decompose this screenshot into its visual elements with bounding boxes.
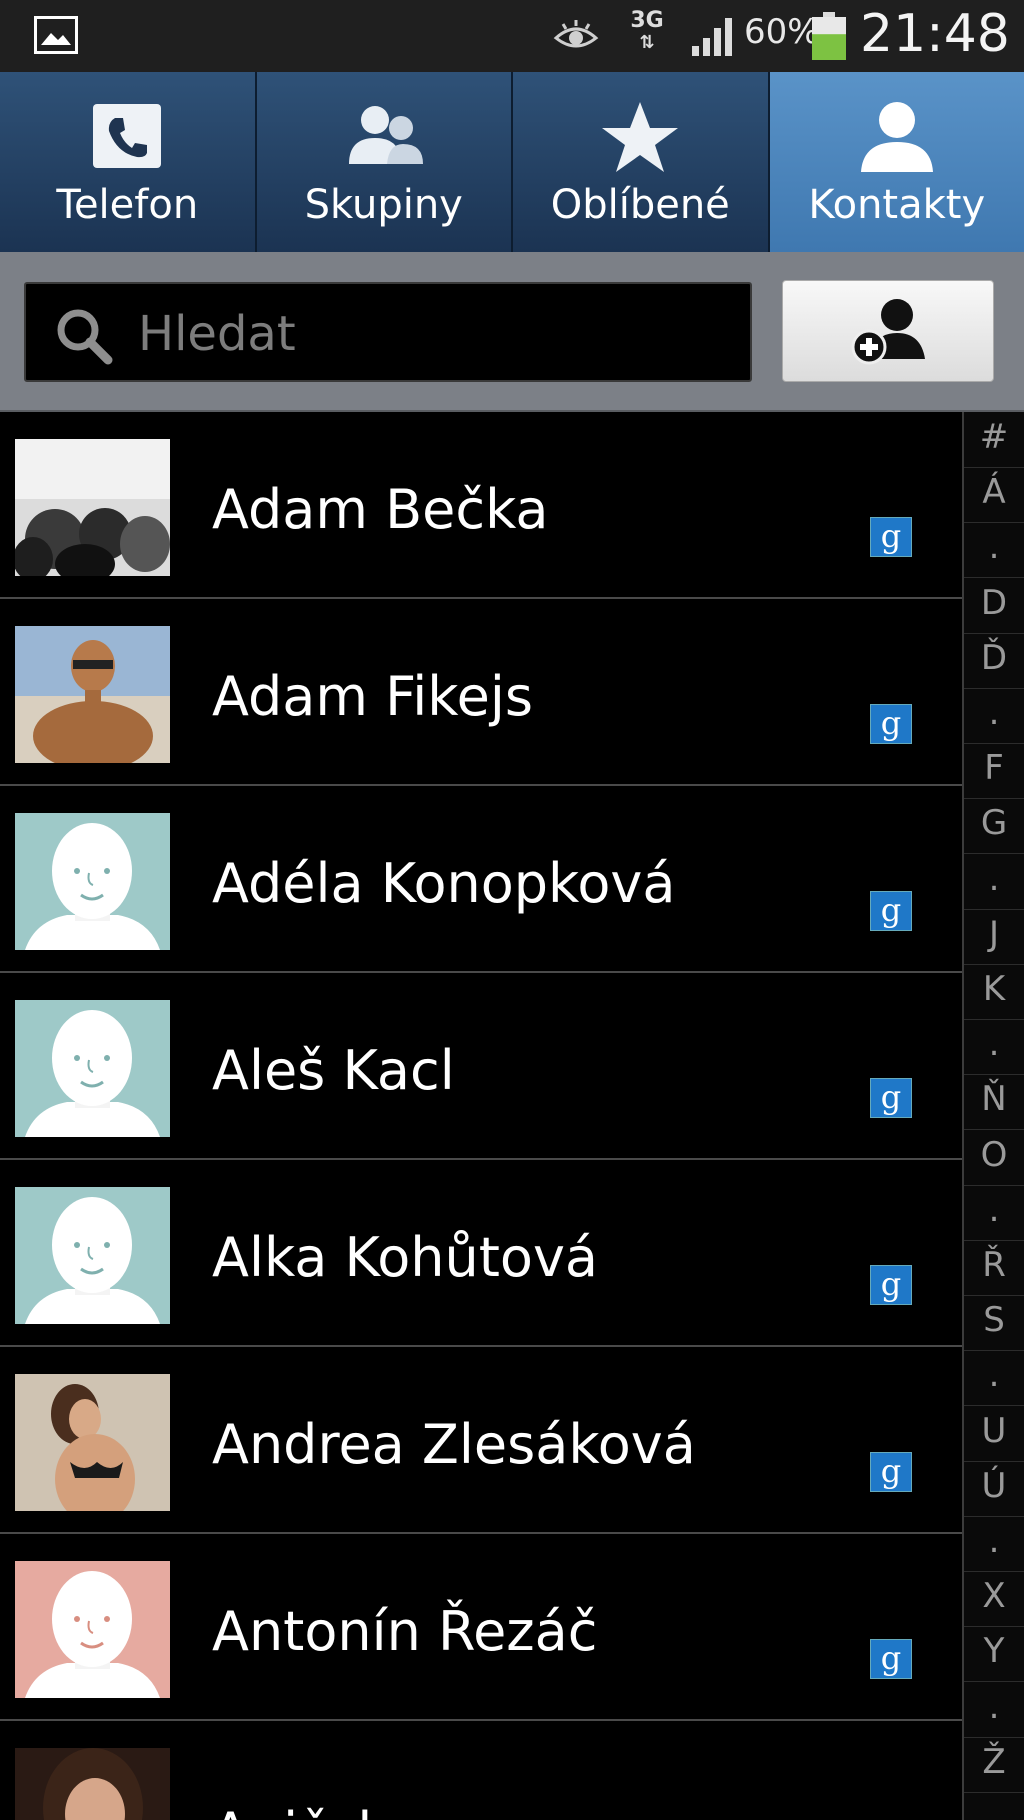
contact-photo[interactable] xyxy=(15,1748,170,1820)
tab-label: Oblíbené xyxy=(550,182,730,228)
index-letter[interactable]: Y xyxy=(964,1626,1024,1683)
add-contact-icon xyxy=(851,299,925,365)
index-letter[interactable]: Ú xyxy=(964,1461,1024,1517)
smart-stay-eye-icon xyxy=(553,20,599,48)
battery-icon xyxy=(812,12,846,60)
network-type-label: 3G xyxy=(630,8,664,33)
index-letter[interactable]: Á xyxy=(964,467,1024,524)
signal-strength-icon xyxy=(692,18,732,56)
search-box[interactable] xyxy=(24,282,752,382)
contact-list[interactable]: Adam Bečka g Adam Fikejs g Adéla Konopková… xyxy=(0,412,962,1820)
clock: 21:48 xyxy=(860,4,1010,64)
alphabet-index-bar[interactable]: # Á. D Ď. F G. J K. Ň O. Ř S. U Ú. X Y. Ž xyxy=(962,412,1024,1820)
tab-oblibene[interactable]: Oblíbené xyxy=(513,72,770,252)
index-letter[interactable]: Ž xyxy=(964,1737,1024,1793)
battery-percent: 60% xyxy=(744,12,820,52)
contact-name: Alka Kohůtová xyxy=(212,1226,598,1289)
data-activity-icon: ⇅ xyxy=(639,32,655,53)
index-letter[interactable]: S xyxy=(964,1295,1024,1352)
index-letter[interactable]: F xyxy=(964,743,1024,800)
contact-icon xyxy=(860,102,933,172)
tab-bar: Telefon Skupiny Oblíbené Kontakty xyxy=(0,72,1024,252)
index-letter[interactable]: . xyxy=(964,1516,1024,1572)
contact-name: Aničcka... xyxy=(212,1801,472,1820)
contact-photo[interactable] xyxy=(15,439,170,576)
search-input[interactable] xyxy=(136,302,720,366)
network-type-indicator: 3G ⇅ xyxy=(628,10,666,54)
add-contact-button[interactable] xyxy=(782,280,994,382)
contact-photo[interactable] xyxy=(15,626,170,763)
index-letter[interactable]: . xyxy=(964,1019,1024,1076)
contact-name: Antonín Řezáč xyxy=(212,1600,598,1663)
index-letter[interactable]: Ď xyxy=(964,633,1024,689)
contact-name: Adam Fikejs xyxy=(212,665,533,728)
google-account-icon: g xyxy=(870,1078,912,1118)
contact-row[interactable]: Antonín Řezáč g xyxy=(0,1534,962,1721)
index-letter[interactable]: U xyxy=(964,1406,1024,1462)
index-letter[interactable]: . xyxy=(964,1185,1024,1241)
index-letter[interactable]: . xyxy=(964,1350,1024,1407)
gallery-notification-icon xyxy=(34,16,78,54)
google-account-icon: g xyxy=(870,891,912,931)
contact-name: Adam Bečka xyxy=(212,478,549,541)
index-letter[interactable]: O xyxy=(964,1130,1024,1186)
contact-row[interactable]: Adéla Konopková g xyxy=(0,786,962,973)
index-letter[interactable]: D xyxy=(964,578,1024,634)
contact-photo[interactable] xyxy=(15,1374,170,1511)
google-account-icon: g xyxy=(870,704,912,744)
contact-row[interactable]: Alka Kohůtová g xyxy=(0,1160,962,1347)
tab-skupiny[interactable]: Skupiny xyxy=(256,72,513,252)
index-letter[interactable]: J xyxy=(964,909,1024,965)
contact-row[interactable]: Aničcka... xyxy=(0,1721,962,1820)
google-account-icon: g xyxy=(870,1265,912,1305)
tab-kontakty[interactable]: Kontakty xyxy=(769,72,1024,252)
contact-name: Andrea Zlesáková xyxy=(212,1413,696,1476)
contact-row[interactable]: Andrea Zlesáková g xyxy=(0,1347,962,1534)
contact-name: Adéla Konopková xyxy=(212,852,676,915)
index-letter[interactable]: Ň xyxy=(964,1074,1024,1131)
index-letter[interactable]: . xyxy=(964,522,1024,579)
index-letter[interactable]: G xyxy=(964,798,1024,855)
index-letter[interactable]: . xyxy=(964,854,1024,910)
index-letter[interactable]: Ř xyxy=(964,1240,1024,1296)
phone-icon xyxy=(93,104,162,168)
tab-label: Telefon xyxy=(56,182,199,228)
contact-row[interactable]: Adam Bečka g xyxy=(0,412,962,599)
contact-row[interactable]: Adam Fikejs g xyxy=(0,599,962,786)
contact-row[interactable]: Aleš Kacl g xyxy=(0,973,962,1160)
google-account-icon: g xyxy=(870,1452,912,1492)
search-icon xyxy=(57,309,113,365)
status-bar: 3G ⇅ 60% 21:48 xyxy=(0,0,1024,72)
tab-telefon[interactable]: Telefon xyxy=(0,72,257,252)
index-letter[interactable]: X xyxy=(964,1571,1024,1628)
contact-photo[interactable] xyxy=(15,813,170,950)
contact-name: Aleš Kacl xyxy=(212,1039,455,1102)
index-letter[interactable]: K xyxy=(964,964,1024,1020)
google-account-icon: g xyxy=(870,517,912,557)
index-letter[interactable]: . xyxy=(964,1682,1024,1738)
search-strip xyxy=(0,252,1024,412)
groups-icon xyxy=(348,106,423,164)
star-icon xyxy=(602,102,679,172)
google-account-icon: g xyxy=(870,1639,912,1679)
index-letter[interactable]: # xyxy=(964,412,1024,468)
tab-label: Kontakty xyxy=(808,182,986,228)
tab-label: Skupiny xyxy=(304,182,463,228)
contact-photo[interactable] xyxy=(15,1187,170,1324)
contact-photo[interactable] xyxy=(15,1561,170,1698)
index-letter[interactable]: . xyxy=(964,688,1024,744)
contact-photo[interactable] xyxy=(15,1000,170,1137)
